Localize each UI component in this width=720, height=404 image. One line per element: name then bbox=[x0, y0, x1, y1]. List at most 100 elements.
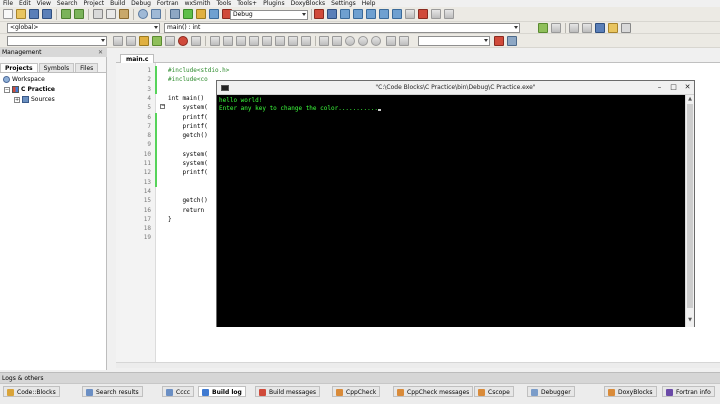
step-into-icon[interactable] bbox=[353, 9, 363, 19]
log-tab-cppcheck[interactable]: CppCheck bbox=[332, 386, 381, 397]
menu-view[interactable]: View bbox=[34, 0, 54, 7]
tree-item-workspace[interactable]: Workspace bbox=[3, 75, 45, 84]
build-icon[interactable] bbox=[170, 9, 180, 19]
menu-tools[interactable]: Tools bbox=[214, 0, 235, 7]
menu-plugins[interactable]: Plugins bbox=[260, 0, 288, 7]
stop-debug-icon[interactable] bbox=[418, 9, 428, 19]
editor-tool-icon[interactable] bbox=[275, 36, 285, 46]
paste-icon[interactable] bbox=[119, 9, 129, 19]
step-instruction-icon[interactable] bbox=[392, 9, 402, 19]
zoom-out-icon[interactable] bbox=[358, 36, 368, 46]
doxy-chm-icon[interactable] bbox=[621, 23, 631, 33]
search-combo[interactable] bbox=[7, 36, 107, 46]
search-options-icon[interactable] bbox=[507, 36, 517, 46]
menu-help[interactable]: Help bbox=[359, 0, 379, 7]
menu-doxyblocks[interactable]: DoxyBlocks bbox=[288, 0, 329, 7]
expand-icon[interactable]: + bbox=[14, 96, 20, 103]
tab-main-c[interactable]: main.c bbox=[120, 54, 155, 63]
close-icon[interactable]: ✕ bbox=[97, 49, 104, 56]
fold-icon[interactable] bbox=[319, 36, 329, 46]
menu-search[interactable]: Search bbox=[54, 0, 81, 7]
zoom-in-icon[interactable] bbox=[345, 36, 355, 46]
tab-projects[interactable]: Projects bbox=[0, 63, 38, 72]
console-window[interactable]: "C:\Code Blocks\C Practice\bin\Debug\C P… bbox=[216, 80, 695, 327]
step-out-icon[interactable] bbox=[366, 9, 376, 19]
editor-tool-icon[interactable] bbox=[301, 36, 311, 46]
scroll-down-icon[interactable]: ▼ bbox=[687, 317, 693, 324]
menu-fortran[interactable]: Fortran bbox=[154, 0, 182, 7]
log-tab-doxyblocks[interactable]: DoxyBlocks bbox=[604, 386, 657, 397]
log-tab-fortran-info[interactable]: Fortran info bbox=[662, 386, 715, 397]
find-icon[interactable] bbox=[138, 9, 148, 19]
various-info-icon[interactable] bbox=[444, 9, 454, 19]
doxy-line-comment-icon[interactable] bbox=[582, 23, 592, 33]
incremental-search-input[interactable] bbox=[418, 36, 490, 46]
doxy-run-icon[interactable] bbox=[595, 23, 605, 33]
select-icon[interactable] bbox=[165, 36, 175, 46]
log-tab-build-messages[interactable]: Build messages bbox=[255, 386, 321, 397]
run-icon[interactable] bbox=[183, 9, 193, 19]
log-tab-debugger[interactable]: Debugger bbox=[527, 386, 575, 397]
save-icon[interactable] bbox=[29, 9, 39, 19]
symbol-c-icon[interactable] bbox=[399, 36, 409, 46]
toggle-breakpoint-icon[interactable] bbox=[178, 36, 188, 46]
log-tab-code-blocks[interactable]: Code::Blocks bbox=[3, 386, 60, 397]
editor-horizontal-scrollbar[interactable] bbox=[116, 362, 720, 368]
doxy-comment-icon[interactable] bbox=[569, 23, 579, 33]
log-tab-build-log[interactable]: Build log bbox=[198, 386, 246, 397]
menu-build[interactable]: Build bbox=[107, 0, 128, 7]
search-forward-icon[interactable] bbox=[494, 36, 504, 46]
maximize-button[interactable]: □ bbox=[668, 83, 679, 92]
console-output[interactable]: hello world! Enter any key to change the… bbox=[217, 95, 685, 327]
debug-continue-icon[interactable] bbox=[314, 9, 324, 19]
log-tab-search-results[interactable]: Search results bbox=[82, 386, 143, 397]
tree-item-project[interactable]: − C Practice bbox=[4, 85, 55, 94]
save-all-icon[interactable] bbox=[42, 9, 52, 19]
minimize-button[interactable]: – bbox=[654, 83, 665, 92]
symbol-s-icon[interactable] bbox=[386, 36, 396, 46]
cut-icon[interactable] bbox=[93, 9, 103, 19]
run-to-cursor-icon[interactable] bbox=[327, 9, 337, 19]
next-instruction-icon[interactable] bbox=[379, 9, 389, 19]
copy-icon[interactable] bbox=[106, 9, 116, 19]
log-tab-cscope[interactable]: Cscope bbox=[474, 386, 514, 397]
next-line-icon[interactable] bbox=[340, 9, 350, 19]
forward-icon[interactable] bbox=[126, 36, 136, 46]
pause-icon[interactable] bbox=[405, 9, 415, 19]
editor-tool-icon[interactable] bbox=[262, 36, 272, 46]
new-file-icon[interactable] bbox=[3, 9, 13, 19]
doxy-html-icon[interactable] bbox=[608, 23, 618, 33]
editor-tool-icon[interactable] bbox=[288, 36, 298, 46]
scroll-up-icon[interactable]: ▲ bbox=[687, 96, 693, 103]
menu-tools[interactable]: Tools+ bbox=[234, 0, 260, 7]
log-tab-cccc[interactable]: Cccc bbox=[162, 386, 195, 397]
build-and-run-icon[interactable] bbox=[196, 9, 206, 19]
undo-icon[interactable] bbox=[61, 9, 71, 19]
tab-files[interactable]: Files bbox=[75, 63, 99, 72]
console-vertical-scrollbar[interactable]: ▲ ▼ bbox=[685, 95, 694, 327]
zoom-reset-icon[interactable] bbox=[371, 36, 381, 46]
menu-project[interactable]: Project bbox=[81, 0, 108, 7]
open-file-icon[interactable] bbox=[16, 9, 26, 19]
function-select[interactable]: main() : int bbox=[164, 23, 520, 33]
back-icon[interactable] bbox=[113, 36, 123, 46]
editor-tool-icon[interactable] bbox=[236, 36, 246, 46]
rebuild-icon[interactable] bbox=[209, 9, 219, 19]
collapse-icon[interactable]: − bbox=[4, 86, 10, 93]
console-title-bar[interactable]: "C:\Code Blocks\C Practice\bin\Debug\C P… bbox=[217, 81, 694, 95]
tab-symbols[interactable]: Symbols bbox=[38, 63, 75, 72]
build-target-select[interactable]: Debug bbox=[230, 10, 308, 20]
log-tab-cppcheck-messages[interactable]: CppCheck messages bbox=[393, 386, 474, 397]
menu-wxsmith[interactable]: wxSmith bbox=[182, 0, 214, 7]
redo-icon[interactable] bbox=[74, 9, 84, 19]
editor-tool-icon[interactable] bbox=[210, 36, 220, 46]
tree-item-sources[interactable]: + Sources bbox=[14, 95, 55, 104]
highlight-icon[interactable] bbox=[139, 36, 149, 46]
close-button[interactable]: ✕ bbox=[682, 83, 693, 92]
editor-tool-icon[interactable] bbox=[223, 36, 233, 46]
scrollbar-thumb[interactable] bbox=[687, 104, 693, 308]
debug-windows-icon[interactable] bbox=[431, 9, 441, 19]
fold-marker-icon[interactable]: − bbox=[160, 104, 165, 109]
replace-icon[interactable] bbox=[151, 9, 161, 19]
jump-icon[interactable] bbox=[538, 23, 548, 33]
